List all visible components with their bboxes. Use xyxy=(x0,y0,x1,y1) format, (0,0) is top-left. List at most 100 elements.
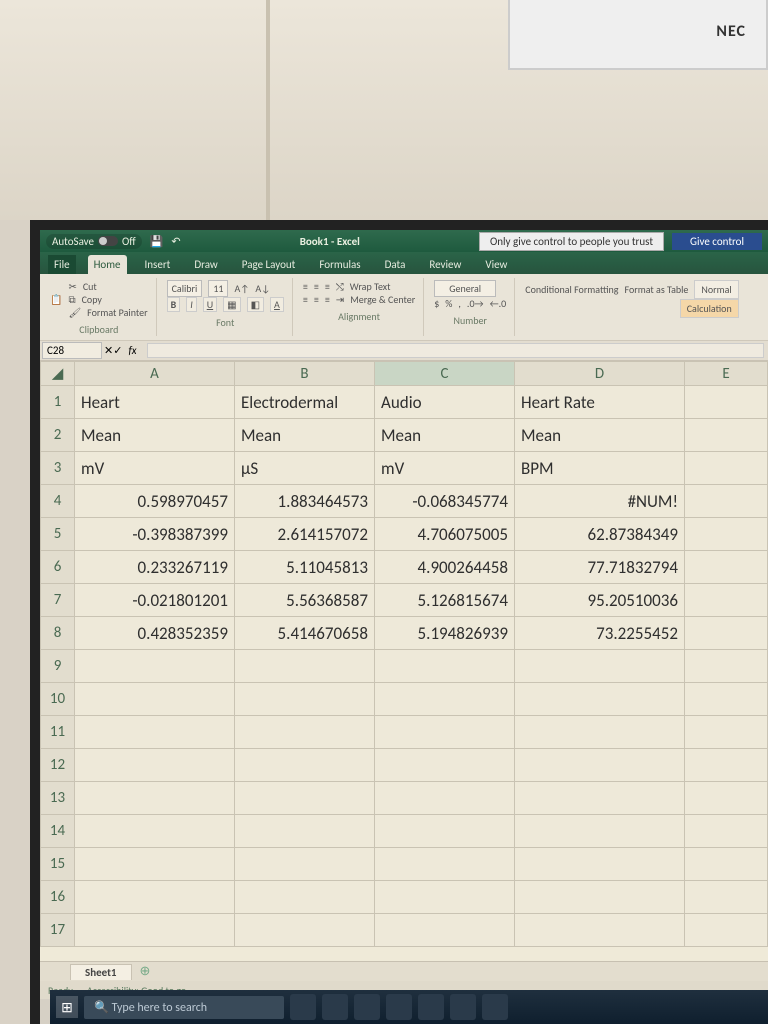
taskbar-app-icon[interactable] xyxy=(354,994,380,1020)
cell[interactable] xyxy=(75,782,235,815)
cell[interactable] xyxy=(515,848,685,881)
cell[interactable] xyxy=(515,716,685,749)
cell[interactable]: #NUM! xyxy=(515,485,685,518)
cell[interactable] xyxy=(685,617,768,650)
row-header[interactable]: 11 xyxy=(41,716,75,749)
cell[interactable] xyxy=(235,848,375,881)
row-header[interactable]: 15 xyxy=(41,848,75,881)
save-icon[interactable]: 💾 xyxy=(150,235,164,248)
align-middle-icon[interactable]: ≡ xyxy=(314,280,319,293)
sheet-tab[interactable]: Sheet1 xyxy=(70,964,132,980)
cell[interactable]: 0.598970457 xyxy=(75,485,235,518)
font-color-icon[interactable]: A xyxy=(270,297,284,312)
cell[interactable] xyxy=(685,452,768,485)
tab-review[interactable]: Review xyxy=(423,255,467,274)
currency-icon[interactable]: $ xyxy=(434,297,439,310)
cell[interactable] xyxy=(685,716,768,749)
cell[interactable] xyxy=(685,551,768,584)
borders-icon[interactable]: ▦ xyxy=(223,297,240,312)
cell[interactable] xyxy=(515,914,685,947)
taskbar-app-icon[interactable] xyxy=(386,994,412,1020)
col-header[interactable]: E xyxy=(685,362,768,386)
cell[interactable] xyxy=(685,815,768,848)
fill-color-icon[interactable]: ◧ xyxy=(247,297,264,312)
cell[interactable] xyxy=(515,650,685,683)
cell[interactable] xyxy=(375,782,515,815)
font-size-select[interactable]: 11 xyxy=(208,280,228,297)
cell[interactable] xyxy=(685,650,768,683)
tab-view[interactable]: View xyxy=(479,255,513,274)
row-header[interactable]: 17 xyxy=(41,914,75,947)
cell[interactable]: 2.614157072 xyxy=(235,518,375,551)
taskbar-app-icon[interactable] xyxy=(450,994,476,1020)
row-header[interactable]: 9 xyxy=(41,650,75,683)
cell[interactable] xyxy=(375,848,515,881)
cell[interactable] xyxy=(235,782,375,815)
align-right-icon[interactable]: ≡ xyxy=(325,293,330,306)
align-bottom-icon[interactable]: ≡ xyxy=(325,280,330,293)
col-header[interactable]: A xyxy=(75,362,235,386)
cell[interactable]: 5.194826939 xyxy=(375,617,515,650)
number-format-select[interactable]: General xyxy=(434,280,496,297)
cell[interactable] xyxy=(685,881,768,914)
font-name-select[interactable]: Calibri xyxy=(167,280,203,297)
cell[interactable] xyxy=(375,716,515,749)
cell[interactable] xyxy=(685,914,768,947)
cell[interactable] xyxy=(75,914,235,947)
wrap-text-button[interactable]: Wrap Text xyxy=(350,280,391,293)
cell[interactable] xyxy=(685,386,768,419)
cell[interactable]: 5.56368587 xyxy=(235,584,375,617)
cell[interactable] xyxy=(75,749,235,782)
row-header[interactable]: 3 xyxy=(41,452,75,485)
select-all-corner[interactable]: ◢ xyxy=(41,362,75,386)
cell[interactable] xyxy=(375,881,515,914)
format-as-table-button[interactable]: Format as Table xyxy=(625,283,689,296)
cell[interactable]: 4.706075005 xyxy=(375,518,515,551)
tab-home[interactable]: Home xyxy=(88,255,127,274)
row-header[interactable]: 14 xyxy=(41,815,75,848)
cancel-formula-icon[interactable]: ✕ xyxy=(104,344,113,357)
cell[interactable] xyxy=(515,782,685,815)
cut-icon[interactable]: ✂ xyxy=(68,280,76,293)
align-top-icon[interactable]: ≡ xyxy=(303,280,308,293)
tab-page-layout[interactable]: Page Layout xyxy=(236,255,302,274)
cell[interactable]: 5.11045813 xyxy=(235,551,375,584)
cell[interactable]: Mean xyxy=(515,419,685,452)
percent-icon[interactable]: % xyxy=(445,297,452,310)
tab-draw[interactable]: Draw xyxy=(188,255,223,274)
align-center-icon[interactable]: ≡ xyxy=(314,293,319,306)
cell[interactable]: Audio xyxy=(375,386,515,419)
cell[interactable] xyxy=(75,716,235,749)
tab-data[interactable]: Data xyxy=(379,255,412,274)
indent-icon[interactable]: ⇥ xyxy=(336,293,344,306)
col-header[interactable]: D xyxy=(515,362,685,386)
cell[interactable]: 73.2255452 xyxy=(515,617,685,650)
row-header[interactable]: 1 xyxy=(41,386,75,419)
cell[interactable]: Mean xyxy=(235,419,375,452)
start-button[interactable]: ⊞ xyxy=(56,996,78,1018)
row-header[interactable]: 7 xyxy=(41,584,75,617)
cell[interactable] xyxy=(75,683,235,716)
row-header[interactable]: 6 xyxy=(41,551,75,584)
autosave-toggle[interactable]: AutoSave Off xyxy=(46,234,142,249)
cell[interactable]: Electrodermal xyxy=(235,386,375,419)
row-header[interactable]: 16 xyxy=(41,881,75,914)
cell[interactable]: 5.126815674 xyxy=(375,584,515,617)
cell[interactable]: mV xyxy=(375,452,515,485)
conditional-formatting-button[interactable]: Conditional Formatting xyxy=(525,283,618,296)
bold-button[interactable]: B xyxy=(167,297,181,312)
cell[interactable] xyxy=(235,683,375,716)
cell[interactable] xyxy=(685,848,768,881)
cell[interactable] xyxy=(375,683,515,716)
cell[interactable] xyxy=(235,716,375,749)
col-header[interactable]: C xyxy=(375,362,515,386)
cell[interactable]: Mean xyxy=(375,419,515,452)
fx-icon[interactable]: fx xyxy=(122,344,142,357)
new-sheet-button[interactable]: ⊕ xyxy=(140,964,151,979)
cell[interactable] xyxy=(375,815,515,848)
undo-icon[interactable]: ↶ xyxy=(171,235,180,248)
cell[interactable]: 95.20510036 xyxy=(515,584,685,617)
row-header[interactable]: 4 xyxy=(41,485,75,518)
cell[interactable] xyxy=(685,683,768,716)
enter-formula-icon[interactable]: ✓ xyxy=(113,344,122,357)
